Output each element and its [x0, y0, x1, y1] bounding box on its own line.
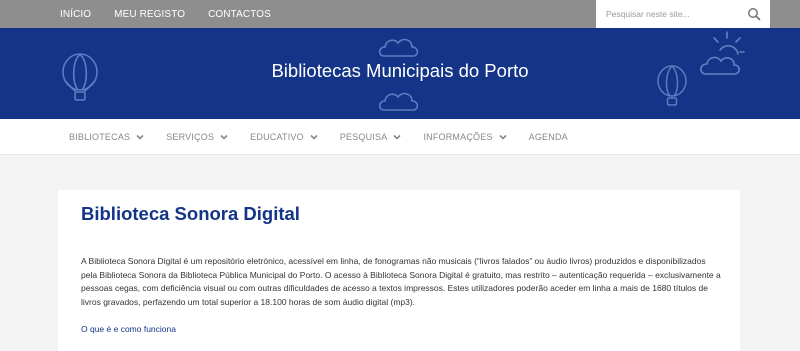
nav-item-bibliotecas[interactable]: BIBLIOTECAS — [69, 132, 144, 142]
nav-item-agenda[interactable]: AGENDA — [529, 132, 568, 142]
top-nav-inicio[interactable]: INÍCIO — [60, 9, 91, 20]
top-nav: INÍCIO MEU REGISTO CONTACTOS — [60, 0, 294, 28]
main-nav: BIBLIOTECAS SERVIÇOS EDUCATIVO PESQUISA … — [0, 119, 800, 155]
top-nav-contactos[interactable]: CONTACTOS — [208, 9, 271, 20]
chevron-down-icon — [393, 134, 402, 140]
search-box — [596, 0, 770, 28]
nav-item-educativo[interactable]: EDUCATIVO — [250, 132, 318, 142]
chevron-down-icon — [499, 134, 507, 140]
search-button[interactable] — [744, 4, 764, 24]
chevron-down-icon — [136, 134, 144, 140]
chevron-down-icon — [310, 134, 318, 140]
nav-item-pesquisa[interactable]: PESQUISA — [340, 132, 402, 142]
intro-paragraph: A Biblioteca Sonora Digital é um reposit… — [81, 256, 721, 307]
nav-item-informacoes[interactable]: INFORMAÇÕES — [423, 132, 507, 142]
nav-item-label: AGENDA — [528, 132, 568, 142]
nav-item-label: EDUCATIVO — [250, 132, 304, 142]
content-card: Biblioteca Sonora Digital A Biblioteca S… — [58, 190, 740, 351]
how-it-works-link[interactable]: O que é e como funciona — [81, 324, 176, 334]
nav-item-label: PESQUISA — [339, 132, 388, 142]
nav-item-label: BIBLIOTECAS — [69, 132, 131, 142]
cloud-icon — [378, 38, 419, 57]
top-bar: INÍCIO MEU REGISTO CONTACTOS — [0, 0, 800, 28]
top-nav-meu-registo[interactable]: MEU REGISTO — [114, 9, 185, 20]
cloud-icon — [378, 92, 419, 111]
nav-item-label: INFORMAÇÕES — [423, 132, 493, 142]
nav-item-label: SERVIÇOS — [166, 132, 215, 142]
site-title[interactable]: Bibliotecas Municipais do Porto — [0, 60, 800, 82]
search-icon — [748, 8, 761, 21]
nav-item-servicos[interactable]: SERVIÇOS — [166, 132, 228, 142]
page-title: Biblioteca Sonora Digital — [81, 203, 300, 224]
search-input[interactable] — [596, 0, 736, 28]
site-banner: Bibliotecas Municipais do Porto — [0, 28, 800, 119]
chevron-down-icon — [220, 134, 228, 140]
